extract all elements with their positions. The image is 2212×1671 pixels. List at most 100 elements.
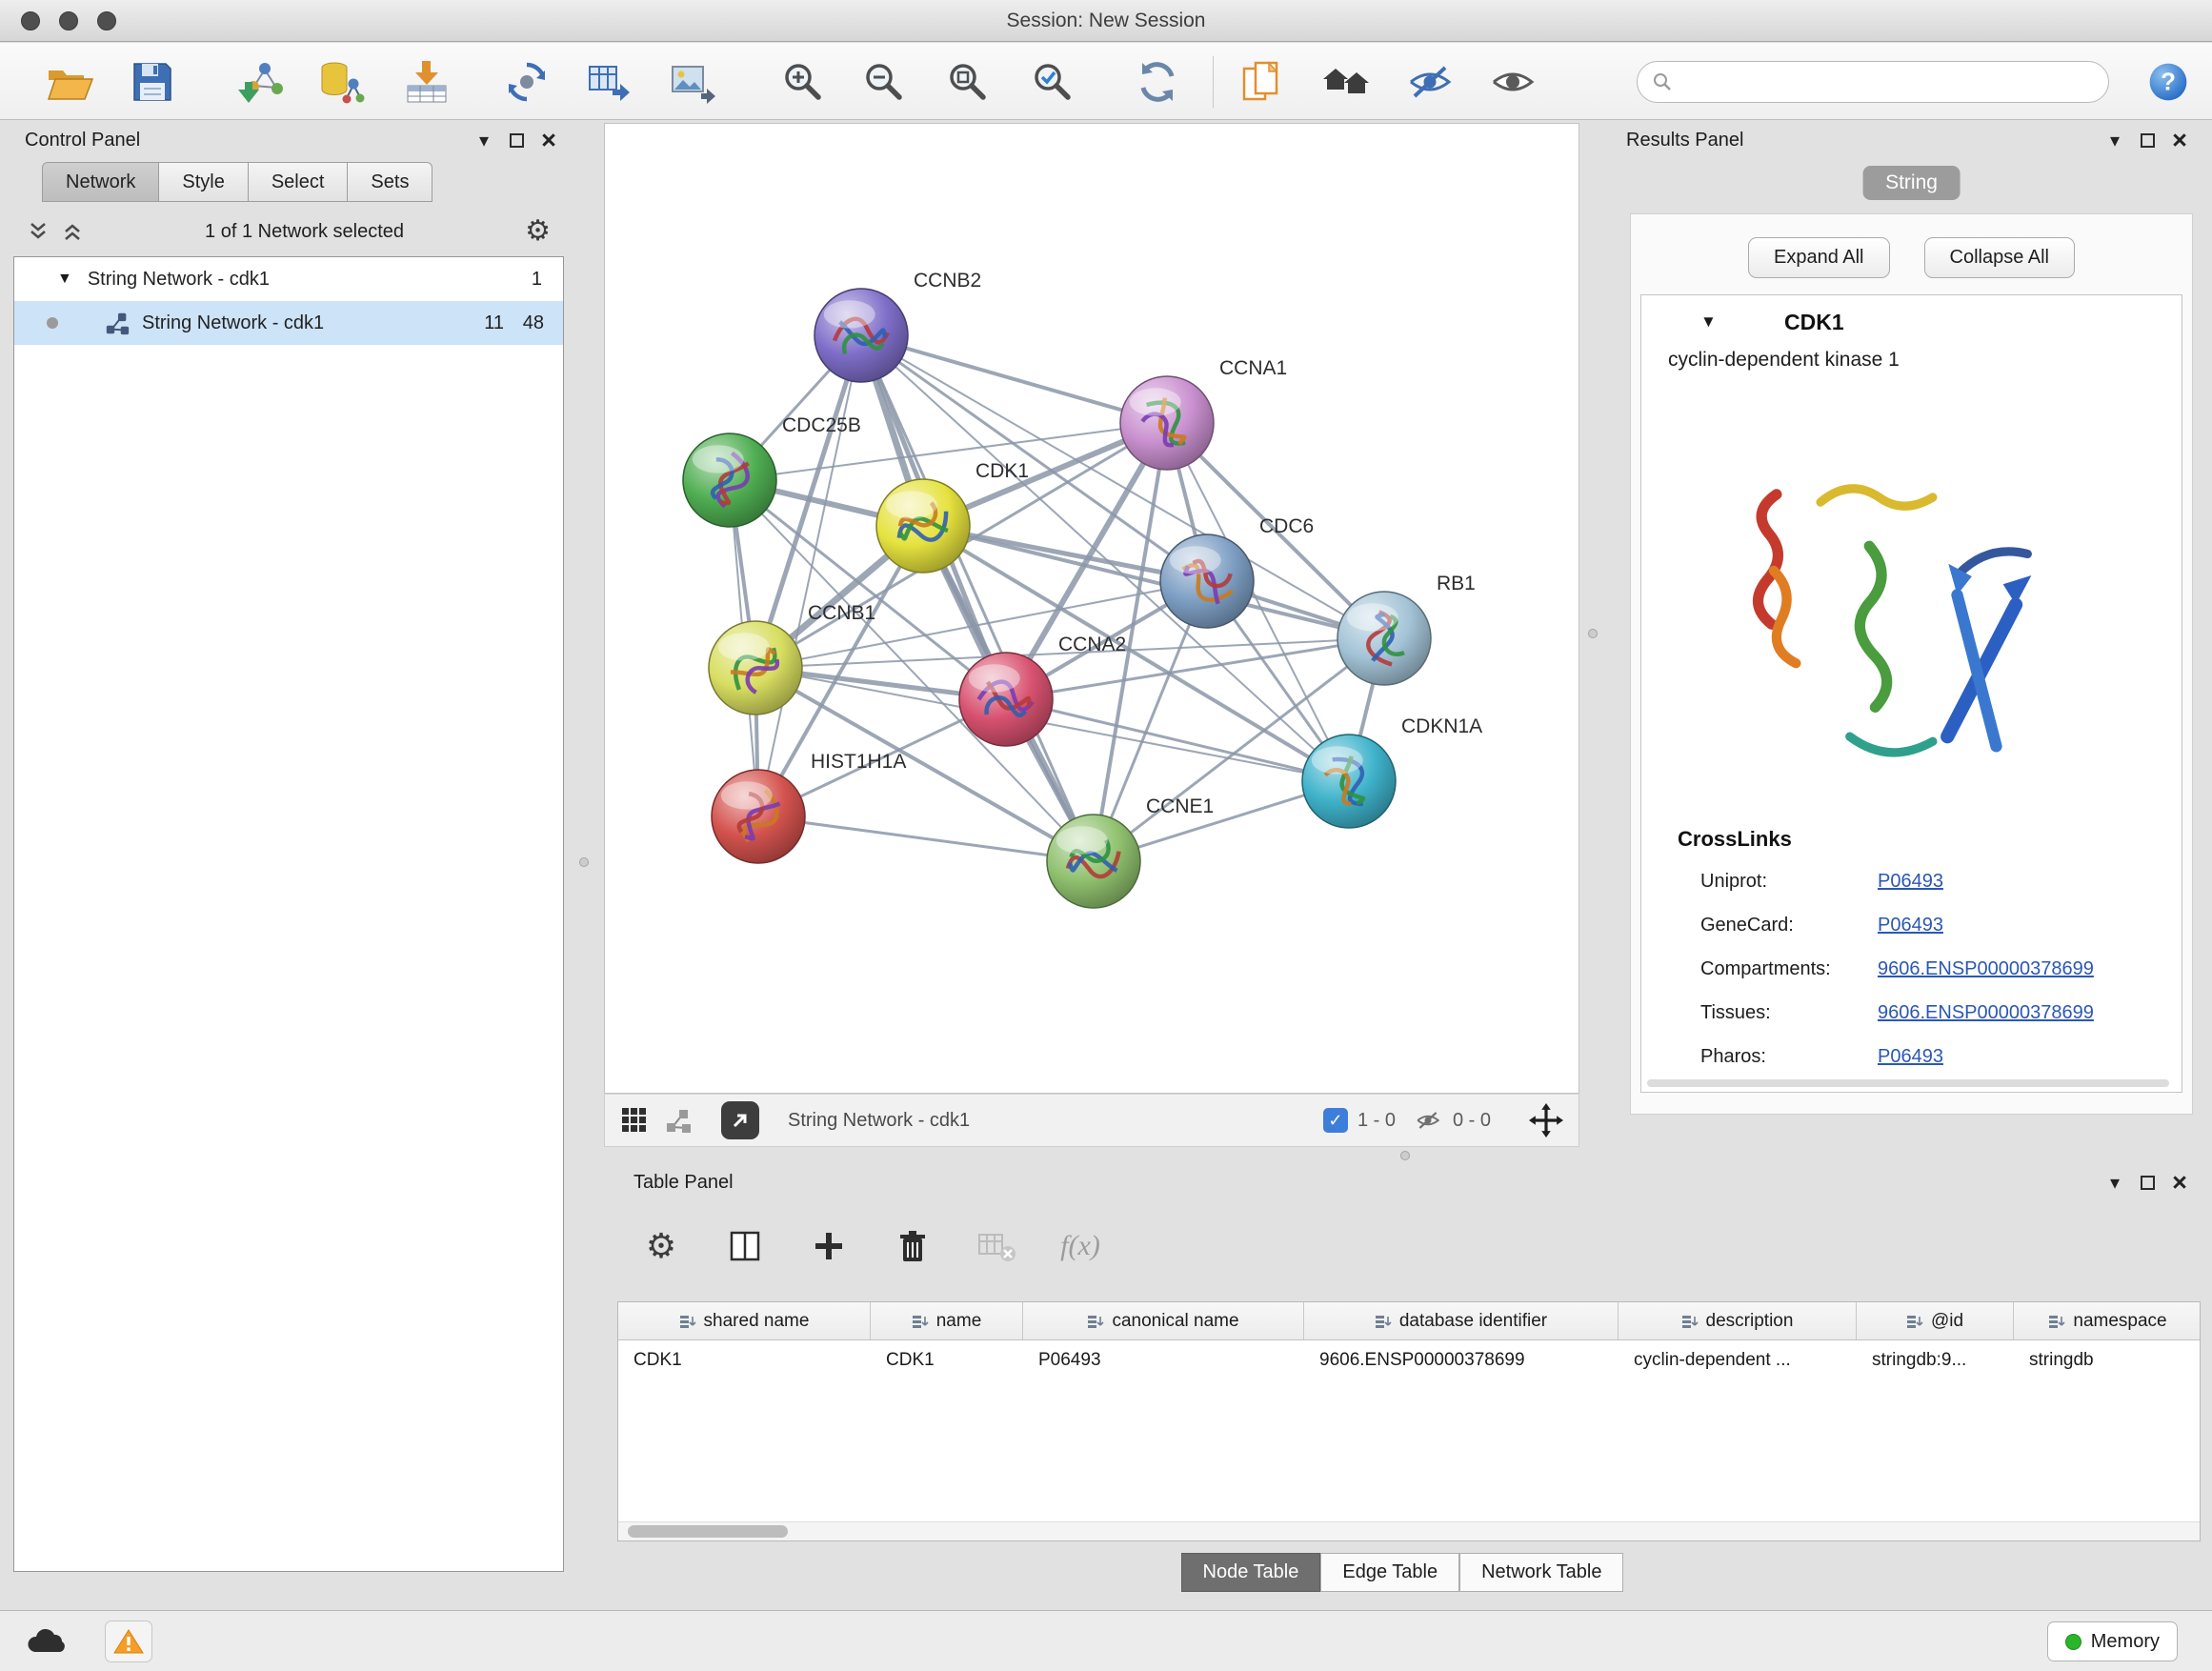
column-header[interactable]: shared name xyxy=(618,1302,871,1339)
hide-panel-button[interactable] xyxy=(1403,55,1457,109)
documents-button[interactable] xyxy=(1235,55,1288,109)
help-button[interactable]: ? xyxy=(2142,55,2195,109)
table-row[interactable]: CDK1 CDK1 P06493 9606.ENSP00000378699 cy… xyxy=(618,1340,2200,1380)
crosslink-label: Tissues: xyxy=(1700,1002,1771,1023)
network-view-icon[interactable] xyxy=(664,1106,693,1135)
scrollbar-thumb[interactable] xyxy=(628,1525,788,1538)
function-builder-icon[interactable]: f(x) xyxy=(1057,1223,1103,1269)
eye-slash-icon xyxy=(1405,57,1455,107)
tab-network[interactable]: Network xyxy=(42,162,159,202)
column-header[interactable]: @id xyxy=(1857,1302,2014,1339)
float-panel-icon[interactable] xyxy=(2134,1169,2161,1196)
save-session-button[interactable] xyxy=(126,55,179,109)
network-row-selected[interactable]: String Network - cdk1 11 48 xyxy=(14,301,563,345)
gene-expander-icon[interactable]: ▼ xyxy=(1700,312,1717,332)
home-button[interactable] xyxy=(1319,55,1373,109)
crosslink-row: Uniprot: P06493 xyxy=(1700,871,2158,893)
show-panel-button[interactable] xyxy=(1486,55,1539,109)
tab-sets[interactable]: Sets xyxy=(348,162,432,202)
tab-node-table[interactable]: Node Table xyxy=(1181,1553,1321,1592)
network-options-gear-icon[interactable]: ⚙ xyxy=(525,217,551,246)
column-header[interactable]: database identifier xyxy=(1304,1302,1619,1339)
zoom-selected-button[interactable] xyxy=(1025,55,1078,109)
new-network-button[interactable] xyxy=(500,55,553,109)
open-session-button[interactable] xyxy=(42,55,95,109)
crosslink-link[interactable]: 9606.ENSP00000378699 xyxy=(1878,958,2094,979)
column-header[interactable]: description xyxy=(1619,1302,1857,1339)
tab-edge-table[interactable]: Edge Table xyxy=(1320,1553,1459,1592)
zoom-in-button[interactable] xyxy=(775,55,829,109)
horizontal-splitter-grip[interactable] xyxy=(1400,1151,1410,1160)
network-graph[interactable]: CCNB2CCNA1CDC25BCDK1CDC6RB1CCNB1CCNA2CDK… xyxy=(605,124,1579,1093)
collapse-all-button[interactable]: Collapse All xyxy=(1924,237,2076,278)
expand-all-button[interactable]: Expand All xyxy=(1748,237,1890,278)
import-network-database-button[interactable] xyxy=(313,55,367,109)
zoom-fit-button[interactable] xyxy=(940,55,994,109)
gene-detail-header[interactable]: ▼ CDK1 xyxy=(1641,295,2182,349)
show-columns-icon[interactable] xyxy=(722,1223,768,1269)
network-collection-row[interactable]: ▼ String Network - cdk1 1 xyxy=(14,257,563,301)
vertical-splitter-grip[interactable] xyxy=(1588,629,1598,638)
tab-style[interactable]: Style xyxy=(159,162,248,202)
column-header[interactable]: namespace xyxy=(2014,1302,2201,1339)
collapse-panel-icon[interactable]: ▾ xyxy=(2101,127,2128,153)
network-canvas[interactable]: CCNB2CCNA1CDC25BCDK1CDC6RB1CCNB1CCNA2CDK… xyxy=(604,123,1579,1094)
cell-shared-name[interactable]: CDK1 xyxy=(618,1350,871,1371)
zoom-out-button[interactable] xyxy=(856,55,910,109)
import-table-button[interactable] xyxy=(400,55,453,109)
tab-network-table[interactable]: Network Table xyxy=(1459,1553,1623,1592)
results-horizontal-scrollbar[interactable] xyxy=(1647,1079,2169,1087)
tree-expander-icon[interactable]: ▼ xyxy=(57,271,72,288)
search-icon xyxy=(1651,70,1674,93)
cell-description[interactable]: cyclin-dependent ... xyxy=(1619,1350,1857,1371)
grid-view-icon[interactable] xyxy=(620,1106,649,1135)
float-panel-icon[interactable] xyxy=(503,127,530,153)
warning-icon xyxy=(113,1628,144,1655)
tab-string[interactable]: String xyxy=(1862,166,1961,200)
close-panel-icon[interactable]: × xyxy=(2166,1169,2193,1196)
export-table-button[interactable] xyxy=(582,55,635,109)
close-panel-icon[interactable]: × xyxy=(2166,127,2193,153)
gene-description: cyclin-dependent kinase 1 xyxy=(1668,349,2182,372)
table-settings-gear-icon[interactable]: ⚙ xyxy=(638,1223,684,1269)
pan-crosshair-icon[interactable] xyxy=(1529,1103,1563,1137)
crosslink-link[interactable]: 9606.ENSP00000378699 xyxy=(1878,1002,2094,1023)
apply-layout-button[interactable] xyxy=(1131,55,1184,109)
crosslink-row: Pharos: P06493 xyxy=(1700,1046,2158,1068)
delete-table-icon-disabled xyxy=(974,1223,1019,1269)
results-panel-header: Results Panel ▾ × xyxy=(1622,122,2201,158)
collapse-panel-icon[interactable]: ▾ xyxy=(2101,1169,2128,1196)
delete-column-trash-icon[interactable] xyxy=(890,1223,935,1269)
chevrons-up-icon[interactable] xyxy=(61,220,84,243)
birdseye-view-button[interactable] xyxy=(721,1101,759,1139)
cell-database-identifier[interactable]: 9606.ENSP00000378699 xyxy=(1304,1350,1619,1371)
import-network-file-button[interactable] xyxy=(233,55,287,109)
column-header[interactable]: canonical name xyxy=(1023,1302,1304,1339)
control-panel: Control Panel ▾ × Network Style Select S… xyxy=(13,122,564,1608)
svg-text:RB1: RB1 xyxy=(1437,573,1476,594)
vertical-splitter-grip[interactable] xyxy=(579,857,589,867)
selected-checkbox-icon[interactable]: ✓ xyxy=(1323,1108,1348,1133)
export-image-button[interactable] xyxy=(665,55,718,109)
svg-text:CDKN1A: CDKN1A xyxy=(1401,715,1482,737)
warnings-button[interactable] xyxy=(105,1621,152,1662)
cell-namespace[interactable]: stringdb xyxy=(2014,1350,2201,1371)
table-horizontal-scrollbar[interactable] xyxy=(618,1521,2200,1540)
float-panel-icon[interactable] xyxy=(2134,127,2161,153)
column-header[interactable]: name xyxy=(871,1302,1023,1339)
collapse-panel-icon[interactable]: ▾ xyxy=(471,127,497,153)
memory-button[interactable]: Memory xyxy=(2047,1621,2178,1661)
tab-select[interactable]: Select xyxy=(249,162,349,202)
crosslink-link[interactable]: P06493 xyxy=(1878,871,1943,892)
cell-name[interactable]: CDK1 xyxy=(871,1350,1023,1371)
add-column-icon[interactable] xyxy=(806,1223,852,1269)
status-bar: Memory xyxy=(0,1610,2212,1671)
cell-canonical-name[interactable]: P06493 xyxy=(1023,1350,1304,1371)
crosslink-link[interactable]: P06493 xyxy=(1878,915,1943,936)
crosslink-link[interactable]: P06493 xyxy=(1878,1046,1943,1067)
search-input[interactable] xyxy=(1681,71,2095,92)
chevrons-down-icon[interactable] xyxy=(27,220,50,243)
cloud-icon[interactable] xyxy=(25,1626,67,1660)
cell-id[interactable]: stringdb:9... xyxy=(1857,1350,2014,1371)
close-panel-icon[interactable]: × xyxy=(535,127,562,153)
